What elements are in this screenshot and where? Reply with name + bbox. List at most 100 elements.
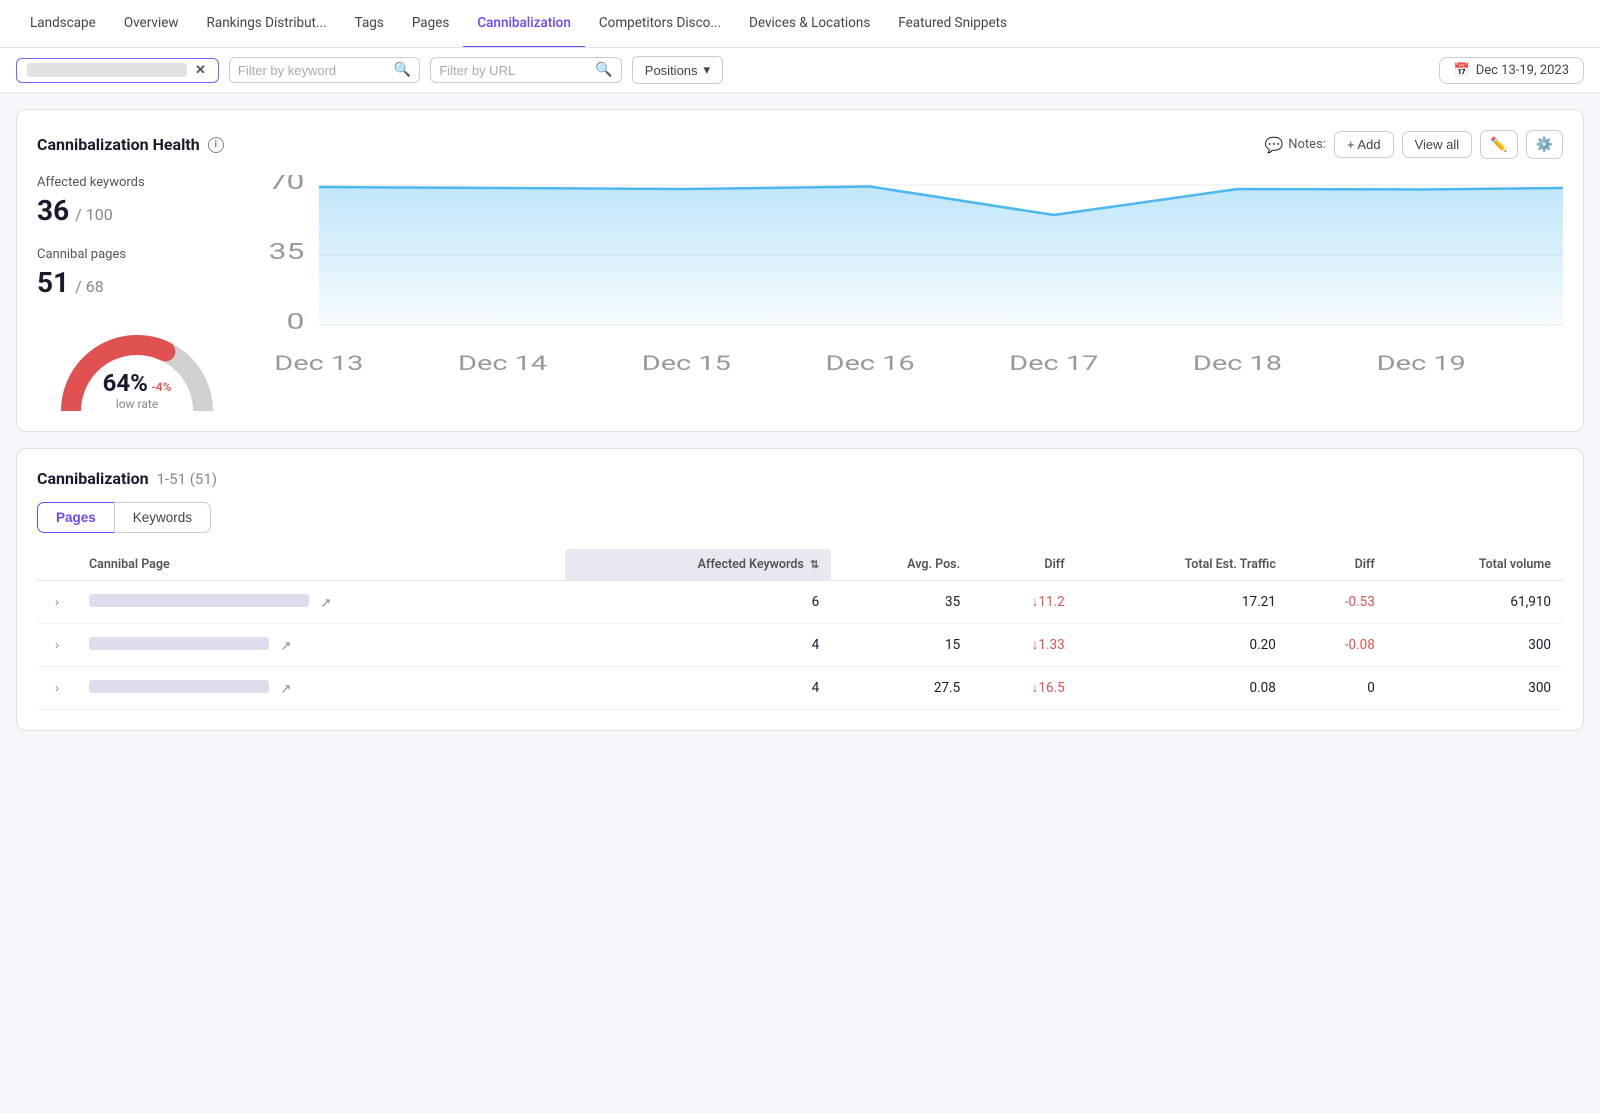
health-stats: Affected keywords 36 / 100 Cannibal page… bbox=[37, 175, 237, 411]
diff2-cell: 0 bbox=[1288, 667, 1387, 710]
expand-cell: › bbox=[37, 581, 77, 624]
total-volume-cell: 61,910 bbox=[1387, 581, 1563, 624]
page-url-blurred bbox=[89, 594, 309, 607]
col-expand bbox=[37, 549, 77, 581]
total-volume-cell: 300 bbox=[1387, 667, 1563, 710]
date-label: Dec 13-19, 2023 bbox=[1476, 63, 1569, 78]
svg-text:70: 70 bbox=[269, 175, 305, 195]
nav-item-landscape[interactable]: Landscape bbox=[16, 0, 110, 48]
health-info-icon[interactable]: i bbox=[208, 137, 224, 153]
col-avg-pos: Avg. Pos. bbox=[831, 549, 972, 581]
page-cell: ↗ bbox=[77, 667, 565, 710]
nav-item-cannibalization[interactable]: Cannibalization bbox=[463, 0, 585, 48]
table-body: › ↗ 6 35 ↓11.2 17.21 -0.53 61,910 › ↗ 4 … bbox=[37, 581, 1563, 710]
col-total-traffic: Total Est. Traffic bbox=[1077, 549, 1288, 581]
notes-group: 💬 Notes: + Add View all ✏️ ⚙️ bbox=[1265, 130, 1563, 159]
svg-text:Dec 15: Dec 15 bbox=[642, 352, 731, 375]
external-link-icon[interactable]: ↗ bbox=[280, 682, 291, 697]
diff2-cell: -0.08 bbox=[1288, 624, 1387, 667]
toolbar: ✕ 🔍 🔍 Positions ▾ 📅 Dec 13-19, 2023 bbox=[0, 48, 1600, 93]
nav-item-featured-snippets[interactable]: Featured Snippets bbox=[884, 0, 1021, 48]
total-traffic-cell: 0.20 bbox=[1077, 624, 1288, 667]
affected-keywords-label: Affected keywords bbox=[37, 175, 237, 190]
health-title-text: Cannibalization Health bbox=[37, 135, 200, 154]
diff1-cell: ↓16.5 bbox=[972, 667, 1077, 710]
settings-button[interactable]: ⚙️ bbox=[1526, 130, 1563, 159]
add-note-button[interactable]: + Add bbox=[1334, 131, 1394, 158]
svg-text:Dec 19: Dec 19 bbox=[1377, 352, 1466, 375]
health-card-title: Cannibalization Health i bbox=[37, 135, 224, 154]
nav-item-competitors-disco-[interactable]: Competitors Disco... bbox=[585, 0, 735, 48]
cannibalization-card: Cannibalization 1-51 (51) PagesKeywords … bbox=[16, 448, 1584, 731]
keyword-filter-wrap: 🔍 bbox=[229, 57, 420, 83]
expand-button[interactable]: › bbox=[49, 593, 65, 611]
chevron-down-icon: ▾ bbox=[704, 62, 711, 78]
expand-button[interactable]: › bbox=[49, 636, 65, 654]
url-filter-wrap: 🔍 bbox=[430, 57, 621, 83]
diff2-cell: -0.53 bbox=[1288, 581, 1387, 624]
section-title: Cannibalization bbox=[37, 469, 149, 488]
tab-keywords[interactable]: Keywords bbox=[114, 502, 211, 533]
nav-item-rankings-distribut-[interactable]: Rankings Distribut... bbox=[193, 0, 341, 48]
keyword-search-icon[interactable]: 🔍 bbox=[394, 62, 411, 78]
gauge: 64% -4% low rate bbox=[57, 323, 217, 411]
page-url-blurred bbox=[89, 680, 269, 693]
col-diff2: Diff bbox=[1288, 549, 1387, 581]
svg-text:Dec 14: Dec 14 bbox=[458, 352, 547, 375]
keyword-filter-input[interactable] bbox=[238, 63, 388, 78]
sort-icon: ⇅ bbox=[810, 558, 819, 571]
affected-keywords-section: Affected keywords 36 / 100 bbox=[37, 175, 237, 227]
gauge-wrap: 64% -4% low rate bbox=[37, 323, 237, 411]
avg-pos-cell: 15 bbox=[831, 624, 972, 667]
cannibal-pages-section: Cannibal pages 51 / 68 bbox=[37, 247, 237, 299]
edit-notes-button[interactable]: ✏️ bbox=[1480, 130, 1517, 159]
filter-tag-close-button[interactable]: ✕ bbox=[193, 63, 208, 78]
notes-label: 💬 Notes: bbox=[1265, 136, 1326, 154]
table-header: Cannibal Page Affected Keywords ⇅ Avg. P… bbox=[37, 549, 1563, 581]
date-picker[interactable]: 📅 Dec 13-19, 2023 bbox=[1439, 57, 1584, 84]
expand-cell: › bbox=[37, 624, 77, 667]
svg-text:35: 35 bbox=[269, 239, 305, 265]
svg-text:0: 0 bbox=[287, 309, 305, 335]
external-link-icon[interactable]: ↗ bbox=[320, 596, 331, 611]
active-filter-tag[interactable]: ✕ bbox=[16, 58, 219, 83]
url-filter-input[interactable] bbox=[439, 63, 589, 78]
url-search-icon[interactable]: 🔍 bbox=[595, 62, 612, 78]
page-cell: ↗ bbox=[77, 581, 565, 624]
health-card: Cannibalization Health i 💬 Notes: + Add … bbox=[16, 109, 1584, 432]
chart-wrap: 70 35 0 Dec 13 D bbox=[261, 175, 1563, 411]
nav-item-pages[interactable]: Pages bbox=[398, 0, 464, 48]
positions-label: Positions bbox=[645, 63, 698, 78]
col-diff1: Diff bbox=[972, 549, 1077, 581]
table-row: › ↗ 6 35 ↓11.2 17.21 -0.53 61,910 bbox=[37, 581, 1563, 624]
table-row: › ↗ 4 15 ↓1.33 0.20 -0.08 300 bbox=[37, 624, 1563, 667]
external-link-icon[interactable]: ↗ bbox=[280, 639, 291, 654]
view-all-button[interactable]: View all bbox=[1402, 131, 1473, 158]
tab-pages[interactable]: Pages bbox=[37, 502, 114, 533]
nav-item-devices-locations[interactable]: Devices & Locations bbox=[735, 0, 884, 48]
table-row: › ↗ 4 27.5 ↓16.5 0.08 0 300 bbox=[37, 667, 1563, 710]
nav-item-tags[interactable]: Tags bbox=[341, 0, 398, 48]
expand-button[interactable]: › bbox=[49, 679, 65, 697]
svg-text:Dec 13: Dec 13 bbox=[274, 352, 363, 375]
avg-pos-cell: 35 bbox=[831, 581, 972, 624]
positions-button[interactable]: Positions ▾ bbox=[632, 56, 723, 84]
main-content: Cannibalization Health i 💬 Notes: + Add … bbox=[0, 93, 1600, 747]
col-cannibal-page: Cannibal Page bbox=[77, 549, 565, 581]
page-url-blurred bbox=[89, 637, 269, 650]
cannibalization-tabs: PagesKeywords bbox=[37, 502, 1563, 533]
cannibalization-table: Cannibal Page Affected Keywords ⇅ Avg. P… bbox=[37, 549, 1563, 710]
top-nav: LandscapeOverviewRankings Distribut...Ta… bbox=[0, 0, 1600, 48]
total-traffic-cell: 0.08 bbox=[1077, 667, 1288, 710]
section-range-count: 1-51 (51) bbox=[157, 470, 217, 488]
gauge-label: low rate bbox=[103, 397, 172, 411]
cannibal-pages-label: Cannibal pages bbox=[37, 247, 237, 262]
cannibalization-header: Cannibalization 1-51 (51) bbox=[37, 469, 1563, 488]
nav-item-overview[interactable]: Overview bbox=[110, 0, 193, 48]
col-total-volume: Total volume bbox=[1387, 549, 1563, 581]
svg-text:Dec 16: Dec 16 bbox=[825, 352, 914, 375]
svg-text:Dec 18: Dec 18 bbox=[1193, 352, 1282, 375]
filter-tag-text bbox=[27, 63, 187, 77]
page-cell: ↗ bbox=[77, 624, 565, 667]
col-affected-keywords[interactable]: Affected Keywords ⇅ bbox=[565, 549, 831, 581]
